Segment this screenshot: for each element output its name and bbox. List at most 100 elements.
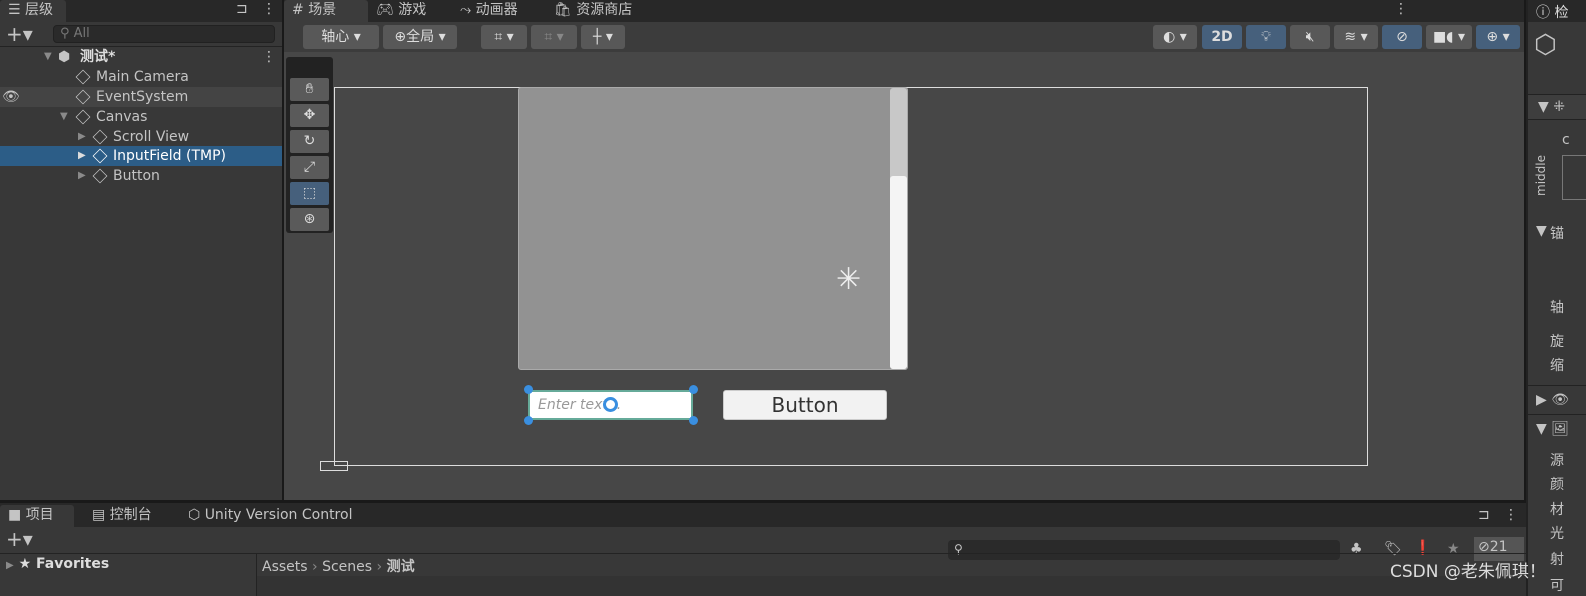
tab-hierarchy[interactable]: ☰ 层级 (0, 0, 66, 22)
canvas-gizmo (320, 461, 348, 471)
hierarchy-item[interactable]: 👁 EventSystem (0, 87, 282, 107)
resize-handle[interactable] (524, 385, 533, 394)
move-tool[interactable]: ✥ (290, 104, 329, 127)
item-label: Button (113, 168, 160, 184)
breadcrumb-assets[interactable]: Assets (262, 559, 308, 575)
folder-icon: ■ (8, 507, 26, 523)
tab-game[interactable]: 🎮︎ 游戏 (368, 0, 434, 22)
scene-root[interactable]: ▼ ⬢ 测试* ⋮ (0, 47, 282, 67)
star-icon: ★ (18, 556, 32, 572)
pivot-dropdown[interactable]: 轴心 ▾ (303, 25, 379, 49)
menu-icon[interactable]: ⋮ (1504, 507, 1518, 523)
snap-magnet-button[interactable]: ⌗ ▾ (531, 25, 577, 49)
menu-icon[interactable]: ⋮ (262, 1, 276, 17)
hierarchy-item[interactable]: ▶ Scroll View (0, 127, 282, 147)
resize-handle[interactable] (524, 416, 533, 425)
filter-type-icon[interactable]: ♣ (1350, 541, 1363, 557)
eye-slash-icon: ⊘ (1396, 29, 1408, 45)
button-label: Button (771, 393, 839, 417)
inspector-label: 旋 (1550, 334, 1564, 350)
tab-scene[interactable]: # 场景 (284, 0, 368, 22)
scrollbar-handle[interactable] (890, 176, 907, 369)
search-icon: ⚲ (60, 26, 74, 41)
hierarchy-panel: ☰ 层级 ⊐ ⋮ +▾ ⚲ All ▼ ⬢ 测试* ⋮ Main Camera 👁… (0, 0, 282, 500)
tab-version-control[interactable]: ⬡ Unity Version Control (180, 505, 360, 527)
scene-menu-icon[interactable]: ⋮ (262, 47, 276, 67)
version-control-icon: ⬡ (188, 507, 205, 523)
scroll-view[interactable] (518, 87, 908, 370)
gameobject-icon (75, 109, 91, 125)
project-search-input[interactable]: ⚲ (948, 540, 1340, 560)
increment-snap-button[interactable]: ┼ ▾ (581, 25, 625, 49)
anchor-preset-button[interactable] (1562, 155, 1586, 200)
rect-transform-icon[interactable]: ▼ ⁜ (1538, 99, 1565, 115)
pivot-label: 轴心 (321, 29, 350, 45)
tab-asset-store[interactable]: 🛍︎ 资源商店 (546, 0, 640, 22)
tab-console[interactable]: ▤ 控制台 (84, 505, 160, 527)
cube-icon: ⬡ (1534, 30, 1557, 60)
gameobject-icon (75, 89, 91, 105)
item-label: EventSystem (96, 89, 189, 105)
visibility-eye-icon[interactable]: 👁 (2, 87, 20, 107)
tab-label: 项目 (25, 507, 54, 523)
rect-tool[interactable]: ⬚ (290, 182, 329, 205)
resize-handle[interactable] (689, 385, 698, 394)
hierarchy-item[interactable]: ▶ Button (0, 166, 282, 186)
lock-icon[interactable]: ⊐ (1478, 507, 1490, 523)
grid-snap-button[interactable]: ⌗ ▾ (481, 25, 527, 49)
inspector-label: c (1562, 132, 1570, 148)
image-icon[interactable]: ▼ 🖼︎ (1536, 421, 1569, 437)
gizmos-dropdown[interactable]: ⊕ ▾ (1476, 25, 1520, 49)
hierarchy-item-selected[interactable]: ▶ InputField (TMP) (0, 146, 282, 166)
anchor-preset-label: middle (1534, 155, 1548, 196)
scale-tool[interactable]: ⤢ (290, 156, 329, 179)
breadcrumb-current: 测试 (386, 559, 415, 575)
pivot-handle[interactable] (603, 397, 618, 412)
add-button[interactable]: +▾ (6, 22, 33, 46)
hand-tool[interactable]: ✋︎ (290, 78, 329, 101)
favorites-item[interactable]: ▶ ★ Favorites (6, 556, 109, 572)
search-input[interactable]: ⚲ All (53, 25, 275, 43)
resize-handle[interactable] (689, 416, 698, 425)
hidden-objects-toggle[interactable]: ⊘ (1382, 25, 1422, 49)
breadcrumb-scenes[interactable]: Scenes (322, 559, 372, 575)
favorite-star-icon[interactable]: ★ (1447, 541, 1460, 557)
tab-label: 动画器 (475, 2, 518, 18)
2d-label: 2D (1211, 29, 1233, 45)
item-label: Main Camera (96, 69, 189, 85)
effects-dropdown[interactable]: ≋ ▾ (1334, 25, 1378, 49)
tab-inspector[interactable]: 检 (1554, 5, 1568, 21)
tab-label: 资源商店 (576, 2, 633, 18)
menu-icon[interactable]: ⋮ (1394, 1, 1408, 17)
add-button[interactable]: +▾ (6, 527, 33, 551)
eye-icon[interactable]: ▶ 👁 (1536, 392, 1569, 408)
gamepad-icon: 🎮︎ (376, 2, 399, 18)
list-icon: ☰ (8, 2, 26, 18)
tab-project[interactable]: ■ 项目 (0, 505, 74, 527)
camera-dropdown[interactable]: ■◖ ▾ (1426, 25, 1472, 49)
camera-icon: ■◖ (1432, 29, 1454, 45)
bag-icon: 🛍︎ (554, 2, 577, 18)
shading-mode-button[interactable]: ◐ ▾ (1153, 25, 1197, 49)
hierarchy-item[interactable]: Main Camera (0, 67, 282, 87)
gameobject-icon (92, 148, 108, 164)
transform-tool[interactable]: ⊛ (290, 208, 329, 231)
search-placeholder: All (73, 26, 90, 41)
hierarchy-item[interactable]: ▼ Canvas (0, 107, 282, 127)
inspector-label: 可 (1550, 578, 1564, 594)
lighting-toggle[interactable]: 💡︎ (1246, 25, 1286, 49)
rotate-tool[interactable]: ↻ (290, 130, 329, 153)
tab-animator[interactable]: ⤳ 动画器 (452, 0, 526, 22)
filter-label-icon[interactable]: 🏷︎ (1384, 541, 1402, 557)
pivot-gizmo-icon: ✳ (836, 262, 862, 297)
foldout-arrow[interactable]: ▼ (1536, 223, 1547, 239)
inspector-label: 缩 (1550, 358, 1564, 374)
audio-toggle[interactable]: 🔇︎ (1290, 25, 1330, 49)
ui-button[interactable]: Button (723, 390, 887, 420)
item-label: Scroll View (113, 129, 190, 145)
lock-icon[interactable]: ⊐ (236, 1, 248, 17)
inspector-label: 锚 (1550, 226, 1564, 242)
2d-toggle[interactable]: 2D (1202, 25, 1242, 49)
space-dropdown[interactable]: ⊕全局 ▾ (383, 25, 457, 49)
watermark: CSDN @老朱佩琪！ (1390, 562, 1546, 582)
